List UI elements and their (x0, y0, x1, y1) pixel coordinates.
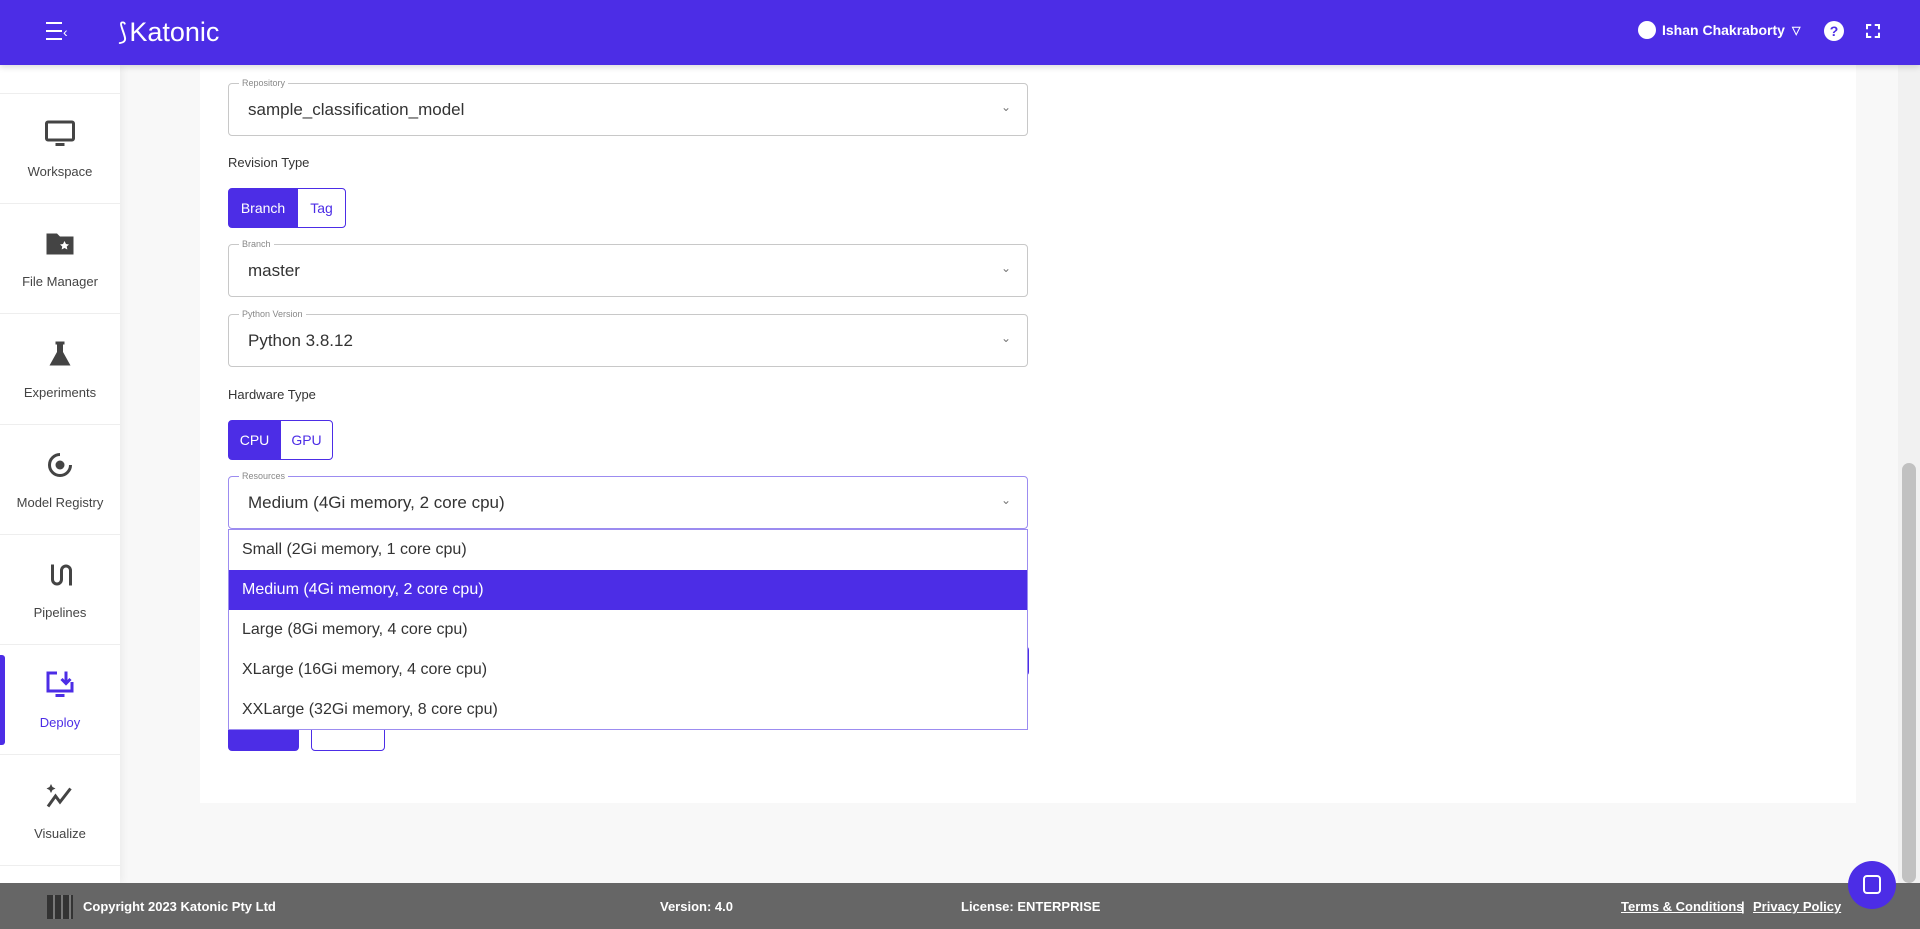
chat-icon (1863, 875, 1881, 894)
deploy-icon (46, 671, 74, 697)
hardware-type-label: Hardware Type (228, 387, 316, 402)
resource-option-large[interactable]: Large (8Gi memory, 4 core cpu) (229, 610, 1027, 650)
license-text: License: ENTERPRISE (961, 899, 1101, 914)
menu-collapse-icon[interactable]: ‹ (46, 20, 72, 42)
python-version-select[interactable]: Python Version Python 3.8.12 ⌄ (228, 309, 1028, 367)
resource-option-small[interactable]: Small (2Gi memory, 1 core cpu) (229, 530, 1027, 570)
sidebar-item-model-registry[interactable]: Model Registry (0, 425, 120, 535)
version-text: Version: 4.0 (660, 899, 733, 914)
model-registry-icon (48, 453, 72, 477)
footer-separator: | (1741, 899, 1745, 914)
terms-link[interactable]: Terms & Conditions (1621, 899, 1744, 914)
tag-toggle[interactable]: Tag (297, 188, 346, 228)
sidebar-item-experiments[interactable]: Experiments (0, 315, 120, 425)
chat-support-button[interactable] (1848, 861, 1896, 909)
chevron-down-icon: ⌄ (1000, 261, 1011, 275)
fullscreen-icon[interactable] (1866, 24, 1880, 38)
branch-toggle[interactable]: Branch (228, 188, 298, 228)
repository-select[interactable]: Repository sample_classification_model ⌄ (228, 78, 1028, 136)
resource-option-xxlarge[interactable]: XXLarge (32Gi memory, 8 core cpu) (229, 690, 1027, 730)
resources-dropdown-menu: Small (2Gi memory, 1 core cpu) Medium (4… (228, 529, 1028, 730)
sidebar-item-pipelines[interactable]: Pipelines (0, 535, 120, 645)
monitor-icon (45, 120, 75, 146)
sidebar-item-file-manager[interactable]: File Manager (0, 204, 120, 314)
resource-option-xlarge[interactable]: XLarge (16Gi memory, 4 core cpu) (229, 650, 1027, 690)
sidebar: Workspace File Manager Experiments Model… (0, 65, 120, 883)
folder-star-icon (46, 233, 74, 255)
kangaroo-logo-icon: ⟆ (118, 18, 128, 46)
scrollbar-thumb[interactable] (1902, 463, 1916, 883)
resource-option-medium[interactable]: Medium (4Gi memory, 2 core cpu) (229, 570, 1027, 610)
sparkle-chart-icon (46, 784, 72, 808)
cpu-toggle[interactable]: CPU (228, 420, 281, 460)
gpu-toggle[interactable]: GPU (280, 420, 333, 460)
resources-select[interactable]: Resources Medium (4Gi memory, 2 core cpu… (228, 471, 1028, 529)
user-menu[interactable]: Ishan Chakraborty ▽ (1638, 21, 1800, 39)
chevron-down-icon: ▽ (1791, 24, 1801, 37)
top-bar: ‹ ⟆ Katonic Ishan Chakraborty ▽ ? (0, 0, 1920, 65)
branch-select[interactable]: Branch master ⌄ (228, 239, 1028, 297)
flask-icon (49, 341, 71, 366)
copyright-text: Copyright 2023 Katonic Pty Ltd (83, 899, 276, 914)
katonic-footer-logo-icon (47, 895, 73, 919)
chevron-down-icon: ⌄ (1000, 331, 1011, 345)
page-scrollbar[interactable] (1898, 65, 1920, 883)
sidebar-item-workspace[interactable]: Workspace (0, 94, 120, 204)
active-indicator (0, 655, 5, 745)
sidebar-item-visualize[interactable]: Visualize (0, 756, 120, 866)
footer: Copyright 2023 Katonic Pty Ltd Version: … (0, 883, 1920, 929)
user-avatar-icon (1638, 21, 1656, 39)
katonic-logo[interactable]: ⟆ Katonic (118, 14, 219, 50)
sidebar-item-deploy[interactable]: Deploy (0, 645, 120, 755)
chevron-down-icon: ⌄ (1000, 493, 1011, 507)
chevron-down-icon: ⌄ (1000, 100, 1011, 114)
revision-type-label: Revision Type (228, 155, 310, 170)
help-icon[interactable]: ? (1824, 21, 1844, 41)
pipeline-icon (51, 564, 72, 586)
privacy-link[interactable]: Privacy Policy (1753, 899, 1841, 914)
